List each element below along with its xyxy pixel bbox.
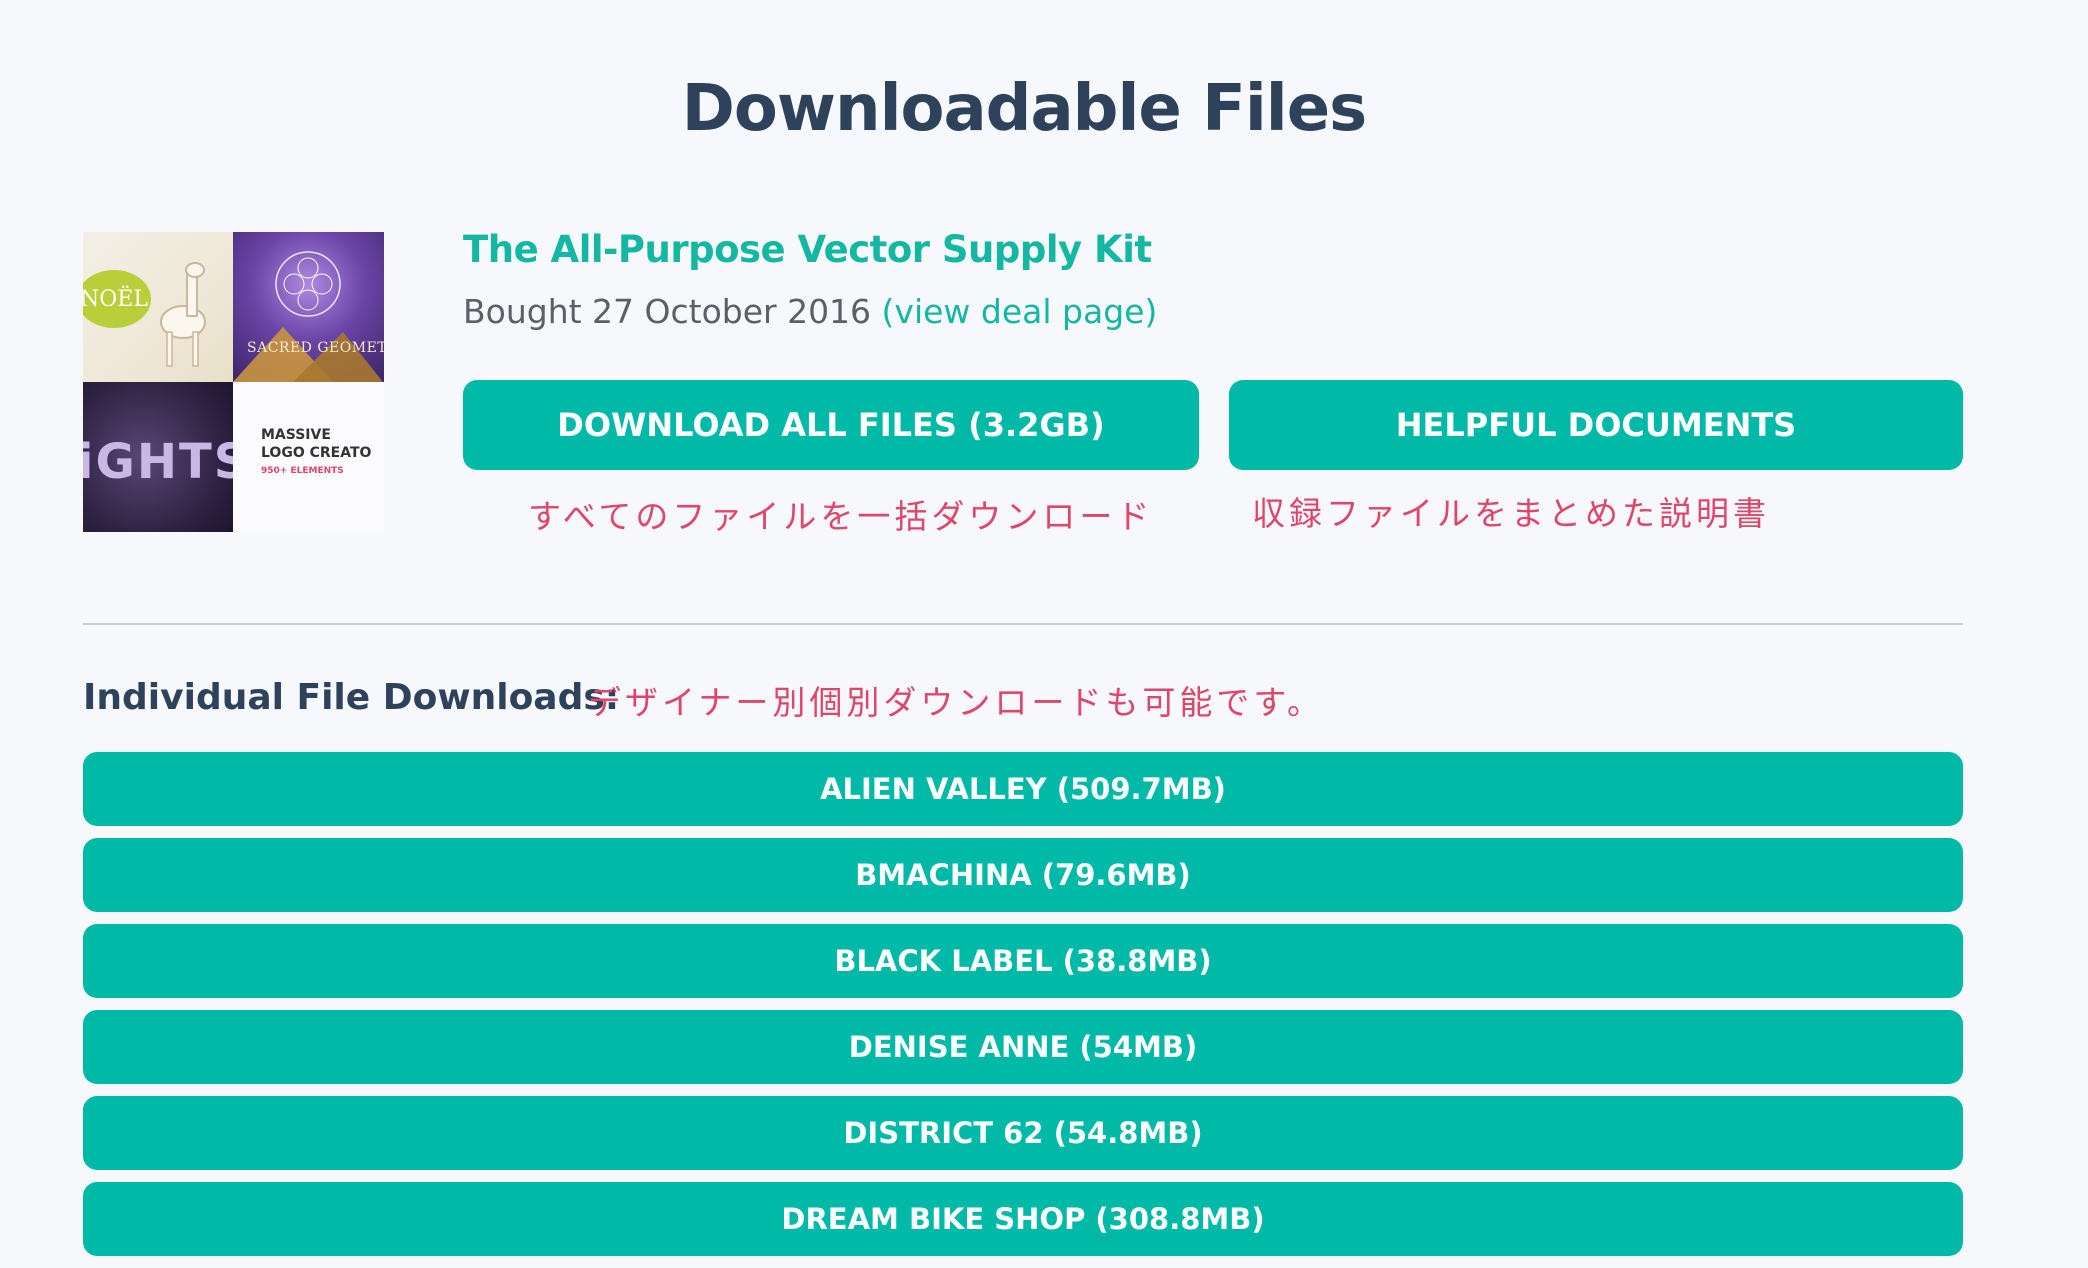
lights-label: iGHTS bbox=[83, 434, 233, 490]
noel-badge: NOËL bbox=[83, 270, 151, 328]
individual-downloads-annotation: デザイナー別個別ダウンロードも可能です。 bbox=[588, 683, 1325, 722]
page-title: Downloadable Files bbox=[681, 72, 1367, 146]
individual-downloads-heading: Individual File Downloads: bbox=[83, 677, 620, 718]
deal-thumbnail[interactable]: NOËL SACRED GEOMET iGHTS MASSIVE LOGO CR… bbox=[83, 232, 384, 532]
file-download-button[interactable]: DENISE ANNE (54MB) bbox=[83, 1010, 1963, 1084]
download-all-annotation: すべてのファイルを一括ダウンロード bbox=[528, 497, 1154, 536]
llama-illustration bbox=[160, 262, 206, 367]
file-download-button[interactable]: DISTRICT 62 (54.8MB) bbox=[83, 1096, 1963, 1170]
thumbnail-tile-noel: NOËL bbox=[83, 232, 233, 382]
helpful-documents-button[interactable]: HELPFUL DOCUMENTS bbox=[1229, 380, 1963, 470]
thumbnail-tile-logo-creator: MASSIVE LOGO CREATO 950+ ELEMENTS bbox=[233, 382, 384, 532]
file-download-button[interactable]: BMACHINA (79.6MB) bbox=[83, 838, 1963, 912]
view-deal-page-link[interactable]: (view deal page) bbox=[882, 292, 1158, 331]
section-divider bbox=[83, 623, 1963, 625]
bought-date: Bought 27 October 2016 bbox=[463, 292, 882, 331]
file-download-button[interactable]: DREAM BIKE SHOP (308.8MB) bbox=[83, 1182, 1963, 1256]
sacred-geometry-label: SACRED GEOMET bbox=[247, 340, 384, 356]
thumbnail-tile-lights: iGHTS bbox=[83, 382, 233, 532]
file-download-button[interactable]: ALIEN VALLEY (509.7MB) bbox=[83, 752, 1963, 826]
thumbnail-tile-sacred-geometry: SACRED GEOMET bbox=[233, 232, 384, 382]
file-download-button[interactable]: BLACK LABEL (38.8MB) bbox=[83, 924, 1963, 998]
sacred-geometry-icon bbox=[233, 251, 383, 382]
deal-title[interactable]: The All-Purpose Vector Supply Kit bbox=[463, 228, 1152, 271]
logo-creator-label: MASSIVE LOGO CREATO 950+ ELEMENTS bbox=[261, 427, 372, 476]
purchase-info: Bought 27 October 2016 (view deal page) bbox=[463, 292, 1157, 331]
helpful-docs-annotation: 収録ファイルをまとめた説明書 bbox=[1252, 494, 1770, 533]
individual-file-list: ALIEN VALLEY (509.7MB) BMACHINA (79.6MB)… bbox=[83, 752, 1963, 1268]
download-all-button[interactable]: DOWNLOAD ALL FILES (3.2GB) bbox=[463, 380, 1199, 470]
